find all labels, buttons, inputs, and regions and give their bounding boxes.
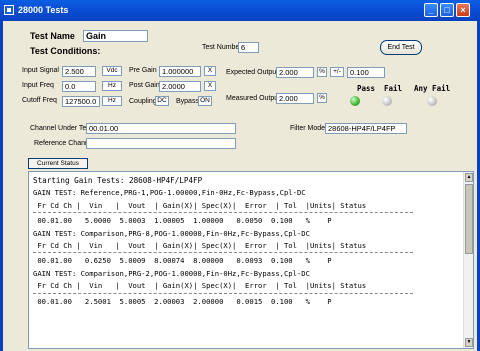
coupling-field[interactable]: DC [155,96,169,106]
coupling-label: Coupling [129,98,157,105]
reference-channel-field[interactable] [86,138,236,149]
log-block-3-columns: Fr Cd Ch | Vin | Vout | Gain(X)| Spec(X)… [33,281,367,291]
test-name-label: Test Name [30,31,75,41]
log-block-3-row: 00.01.00 2.5001 5.0005 2.00003 2.00000 0… [33,296,332,306]
log-block-2-columns: Fr Cd Ch | Vin | Vout | Gain(X)| Spec(X)… [33,240,367,250]
window-title: 28000 Tests [18,5,69,15]
any-fail-led-icon [427,96,437,106]
tolerance-sign: +/- [330,67,344,77]
expected-output-field[interactable]: 2.000 [276,67,314,78]
log-block-1-title: GAIN TEST: Reference,PRG-1,POG-1.00000,F… [33,188,306,198]
channel-under-test-label: Channel Under Test [30,125,92,132]
measured-output-unit: % [317,93,327,103]
log-lines: Starting Gain Tests: 28608-HP4F/LP4FP GA… [33,175,463,308]
current-status-button[interactable]: Current Status [28,158,88,169]
maximize-icon[interactable]: □ [440,3,454,17]
input-signal-label: Input Signal [22,67,59,74]
minimize-icon[interactable]: _ [424,3,438,17]
pre-gain-unit: X [204,66,216,76]
status-log[interactable]: Starting Gain Tests: 28608-HP4F/LP4FP GA… [28,171,474,349]
post-gain-label: Post Gain [129,82,160,89]
scroll-down-icon[interactable]: ▼ [465,338,473,347]
fail-led-icon [382,96,392,106]
input-freq-label: Input Freq [22,82,54,89]
expected-output-label: Expected Output [226,69,279,76]
pass-led-icon [350,96,360,106]
log-separator [33,212,413,214]
app-icon [4,5,14,15]
input-freq-field[interactable]: 0.0 [62,81,96,92]
input-freq-unit: Hz [102,81,122,91]
post-gain-field[interactable]: 2.0000 [159,81,201,92]
log-block-2-row: 00.01.00 0.6250 5.0009 8.00074 8.00000 0… [33,256,332,266]
fail-label: Fail [384,84,403,93]
measured-output-field[interactable]: 2.000 [276,93,314,104]
post-gain-unit: X [204,81,216,91]
cutoff-freq-field[interactable]: 127500.0 [62,96,100,107]
log-block-1-columns: Fr Cd Ch | Vin | Vout | Gain(X)| Spec(X)… [33,200,367,210]
log-scrollbar[interactable]: ▲ ▼ [463,172,473,348]
channel-under-test-field[interactable]: 00.01.00 [86,123,236,134]
log-block-2-title: GAIN TEST: Comparison,PRG-8,POG-1.00000,… [33,228,310,238]
filter-model-label: Filter Model [290,125,327,132]
expected-output-unit: % [317,67,327,77]
measured-output-label: Measured Output [226,95,281,102]
filter-model-field[interactable]: 28608-HP4F/LP4FP [325,123,407,134]
cutoff-freq-unit: Hz [102,96,122,106]
any-fail-label: Any Fail [414,84,451,93]
bypass-label: Bypass [176,98,199,105]
tolerance-field[interactable]: 0.100 [347,67,385,78]
close-icon[interactable]: × [456,3,470,17]
test-conditions-label: Test Conditions: [30,46,101,56]
test-number-field[interactable]: 6 [238,42,259,53]
pass-label: Pass [357,84,376,93]
end-test-button[interactable]: End Test [380,40,422,55]
pre-gain-label: Pre Gain [129,67,157,74]
log-block-1-row: 00.01.00 5.0000 5.0003 1.00005 1.00000 0… [33,216,332,226]
test-name-field[interactable]: Gain [83,30,148,42]
log-separator [33,292,413,294]
scroll-thumb[interactable] [465,184,473,254]
log-block-3-title: GAIN TEST: Comparison,PRG-2,POG-1.00000,… [33,268,310,278]
input-signal-unit: Vdc [102,66,122,76]
title-bar[interactable]: 28000 Tests _ □ × [0,0,480,21]
input-signal-field[interactable]: 2.500 [62,66,96,77]
pre-gain-field[interactable]: 1.000000 [159,66,201,77]
test-number-label: Test Number [202,44,242,51]
cutoff-freq-label: Cutoff Freq [22,97,57,104]
bypass-field[interactable]: ON [198,96,212,106]
log-separator [33,252,413,254]
log-header: Starting Gain Tests: 28608-HP4F/LP4FP [33,176,203,185]
scroll-up-icon[interactable]: ▲ [465,173,473,182]
